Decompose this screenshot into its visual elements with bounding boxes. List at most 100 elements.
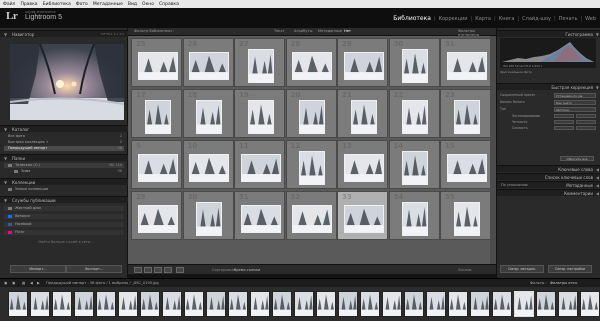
menu-view[interactable]: Вид [128,2,137,7]
catalog-item-all-photos[interactable]: Все фото 2 [4,134,124,139]
keywording-header[interactable]: Ключевые слова ◀ [497,165,600,172]
filmstrip-thumbnail[interactable] [580,291,600,317]
filmstrip-thumbnail[interactable] [316,291,336,317]
photo-thumbnail[interactable] [299,99,325,134]
loupe-view-button[interactable] [144,267,152,273]
filmstrip-thumbnail[interactable] [52,291,72,317]
photo-thumbnail[interactable] [144,99,171,134]
metadata-preset-select[interactable]: По умолчанию [501,182,528,189]
grid-view-button[interactable] [134,267,142,273]
sync-metadata-button[interactable]: Синхр. метадан. [500,265,544,273]
photo-thumbnail[interactable] [240,204,281,233]
export-button[interactable]: Экспорт... [66,265,122,273]
comments-header[interactable]: Комментарии ◀ [497,189,600,196]
menu-metadata[interactable]: Метаданные [93,2,123,7]
filmstrip-thumbnail[interactable] [96,291,116,317]
grid-cell[interactable]: 32 [285,191,337,240]
sync-settings-button[interactable]: Синхр. настройки [548,265,592,273]
filmstrip-thumbnail[interactable] [74,291,94,317]
grid-cell[interactable]: 26 [182,38,234,87]
publish-behance[interactable]: Behance [4,214,124,219]
grid-cell[interactable]: 27 [234,38,285,87]
grid-cell[interactable]: 22 [388,89,440,138]
photo-thumbnail[interactable] [402,150,428,185]
filmstrip-thumbnail[interactable] [228,291,248,317]
menu-edit[interactable]: Правка [20,2,37,7]
grid-cell[interactable]: 29 [131,191,182,240]
filmstrip-thumbnail[interactable] [162,291,182,317]
collection-smart[interactable]: Умные коллекции [4,187,124,192]
navigator-preview[interactable] [10,44,124,120]
grid-cell[interactable]: 12 [285,140,337,189]
catalog-item-previous-import[interactable]: Предыдущий импорт 36 [4,146,124,151]
grid-cell[interactable]: 18 [182,89,234,138]
monitor-1-icon[interactable]: ▣ [4,281,7,285]
filmstrip-thumbnail[interactable] [140,291,160,317]
photo-thumbnail[interactable] [343,153,384,182]
filmstrip-thumbnail[interactable] [514,291,534,317]
grid-cell[interactable]: 17 [131,89,182,138]
clarity-decrease-button[interactable] [554,120,574,124]
folders-header[interactable]: ▼ Папки [0,154,128,161]
exposure-increase-button[interactable] [576,114,596,118]
filmstrip-filter-select[interactable]: Фильтры откл. [550,281,578,285]
filmstrip-thumbnail[interactable] [558,291,578,317]
module-library[interactable]: Библиотека [393,15,431,22]
grid-cell[interactable]: 13 [337,140,388,189]
photo-thumbnail[interactable] [453,201,480,236]
photo-thumbnail[interactable] [196,201,222,236]
menu-file[interactable]: Файл [3,2,15,7]
grid-cell[interactable]: 31 [234,191,285,240]
publish-flickr[interactable]: Flickr [4,230,124,235]
module-book[interactable]: Книга [499,16,515,22]
menu-photo[interactable]: Фото [76,2,88,7]
clarity-increase-button[interactable] [576,120,596,124]
photo-thumbnail[interactable] [350,99,377,134]
grid-cell[interactable]: 35 [440,191,491,240]
import-button[interactable]: Импорт... [10,265,66,273]
grid-icon[interactable]: ▦ [22,281,25,285]
filter-text[interactable]: Текст [274,29,285,33]
filmstrip-thumbnail[interactable] [338,291,358,317]
filmstrip-thumbnail[interactable] [536,291,556,317]
histogram[interactable]: ISO 200 50 мм f/5,6 1/250 с [500,38,596,68]
grid-cell[interactable]: 10 [182,140,234,189]
grid-cell[interactable]: 25 [131,38,182,87]
menu-window[interactable]: Окно [142,2,154,7]
photo-thumbnail[interactable] [137,204,178,233]
photo-thumbnail[interactable] [247,48,274,83]
grid-cell[interactable]: 23 [440,89,491,138]
catalog-item-quick-collection[interactable]: Быстрая коллекция + 0 [4,140,124,145]
filmstrip-source-info[interactable]: Предыдущий импорт : 36 фото / 1 выбрано … [46,281,159,285]
grid-cell[interactable]: 34 [388,191,440,240]
module-map[interactable]: Карта [475,16,491,22]
photo-thumbnail[interactable] [402,99,428,134]
photo-thumbnail[interactable] [189,51,229,80]
filmstrip-thumbnail[interactable] [448,291,468,317]
auto-tone-button[interactable]: Автотон [554,107,596,112]
photo-thumbnail[interactable] [196,99,222,134]
filmstrip-thumbnail[interactable] [30,291,50,317]
photo-thumbnail[interactable] [453,99,480,134]
photo-thumbnail[interactable] [189,153,229,182]
survey-view-button[interactable] [164,267,172,273]
collections-header[interactable]: ▼ Коллекции [0,178,128,185]
filmstrip-thumbnail[interactable] [250,291,270,317]
photo-thumbnail[interactable] [137,153,178,182]
find-more-services-link[interactable]: Найти больше служб в сети... [4,240,124,245]
photo-thumbnail[interactable] [446,153,487,182]
filmstrip-thumbnail[interactable] [404,291,424,317]
grid-cell[interactable]: 15 [440,140,491,189]
filmstrip-thumbnail[interactable] [118,291,138,317]
sort-select[interactable]: Время съемки [234,268,260,272]
photo-thumbnail[interactable] [247,99,274,134]
back-arrow-icon[interactable]: ◀ [30,281,33,285]
module-web[interactable]: Web [585,16,596,22]
filmstrip-thumbnail[interactable] [492,291,512,317]
module-slideshow[interactable]: Слайд-шоу [522,16,551,22]
metadata-header[interactable]: По умолчанию Метаданные ◀ [497,181,600,188]
grid-cell[interactable]: 20 [285,89,337,138]
histogram-header[interactable]: Гистограмма ▼ [497,30,600,37]
folder-item-winter[interactable]: Зима 36 [4,169,124,174]
filmstrip-thumbnail[interactable] [360,291,380,317]
